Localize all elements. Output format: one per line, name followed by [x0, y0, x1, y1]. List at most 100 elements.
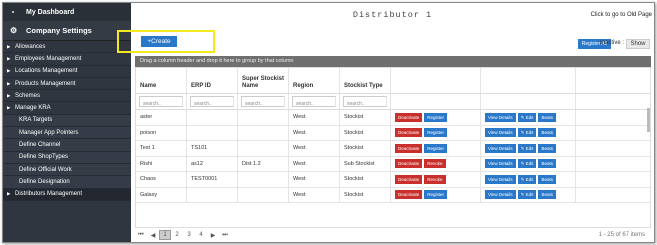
deactivate-button[interactable]: Deactivate — [395, 143, 423, 153]
first-page-icon[interactable]: ⏮ — [135, 232, 147, 239]
sidebar-item-label: Define Channel — [19, 142, 61, 149]
edit-button[interactable]: ✎ Edit — [517, 159, 537, 169]
register-button[interactable]: Register — [424, 112, 448, 122]
sidebar-item[interactable]: KRA Targets — [3, 114, 131, 128]
sidebar-item[interactable]: Define ShopTypes — [3, 151, 131, 164]
sidebar-company-settings[interactable]: ⚙ Company Settings — [3, 21, 131, 41]
filter-input[interactable]: search.. — [292, 96, 336, 107]
cell-text: Rishi — [140, 160, 153, 167]
old-page-link[interactable]: Click to go to Old Page — [591, 12, 652, 18]
filter-input[interactable]: search.. — [139, 96, 183, 107]
beats-button[interactable]: Beats — [538, 159, 556, 169]
sidebar-dashboard[interactable]: ◔ My Dashboard — [3, 3, 131, 21]
column-header[interactable]: ERP ID — [187, 68, 238, 93]
sidebar-item[interactable]: ▶ Schemes — [3, 90, 131, 103]
cell-text: Stockist — [344, 114, 364, 121]
sidebar-item-label: Schemes — [15, 92, 41, 99]
view-details-button[interactable]: View Details — [485, 174, 516, 184]
create-button[interactable]: +Create — [141, 36, 177, 47]
edit-label: Edit — [525, 145, 534, 151]
view-details-button[interactable]: View Details — [485, 143, 516, 153]
action-cell: Deactivate Revoke — [391, 172, 481, 187]
sidebar-item[interactable]: Define Channel — [3, 139, 131, 152]
prev-page-icon[interactable]: ◀ — [147, 232, 159, 239]
main-panel: Distributor 1 Click to go to Old Page +C… — [117, 3, 654, 242]
page-button[interactable]: 3 — [183, 232, 195, 238]
grid-scrollbar[interactable] — [647, 108, 650, 132]
caret-right-icon: ▶ — [7, 105, 11, 111]
deactivate-button[interactable]: Deactivate — [395, 128, 423, 138]
cell-text: Stockist — [344, 191, 364, 198]
table-cell — [187, 125, 238, 140]
deactivate-button[interactable]: Deactivate — [395, 112, 423, 122]
view-details-button[interactable]: View Details — [485, 159, 516, 169]
pager: ⏮ ◀ 1234 ▶ ⏭ 1 - 25 of 67 items — [135, 228, 651, 242]
cell-text: Test 1 — [140, 145, 155, 152]
sidebar-item-label: Define ShopTypes — [19, 154, 69, 161]
sidebar-item[interactable]: ▶ Employees Management — [3, 53, 131, 66]
view-details-button[interactable]: View Details — [485, 128, 516, 138]
caret-right-icon: ▶ — [7, 68, 11, 74]
deactivate-button[interactable]: Deactivate — [395, 174, 423, 184]
edit-button[interactable]: ✎ Edit — [517, 190, 537, 200]
action-cell-2: View Details ✎ Edit Beats — [481, 172, 576, 187]
sidebar-item[interactable]: ▶ Distributors Management — [3, 188, 131, 201]
sidebar-item[interactable]: Define Designation — [3, 176, 131, 189]
register-button[interactable]: Register — [424, 190, 448, 200]
caret-right-icon: ▶ — [7, 191, 11, 197]
register-button[interactable]: Register — [424, 143, 448, 153]
action-cell-2: View Details ✎ Edit Beats — [481, 156, 576, 171]
next-page-icon[interactable]: ▶ — [207, 232, 219, 239]
edit-button[interactable]: ✎ Edit — [517, 112, 537, 122]
sidebar-item[interactable]: Manager App Pointers — [3, 127, 131, 140]
show-button[interactable]: Show — [626, 39, 650, 49]
column-header[interactable]: Region — [289, 68, 340, 93]
sidebar-item[interactable]: ▶ Products Management — [3, 78, 131, 91]
group-by-bar[interactable]: Drag a column header and drop it here to… — [135, 56, 651, 67]
filter-input[interactable]: search.. — [343, 96, 387, 107]
last-page-icon[interactable]: ⏭ — [219, 232, 231, 239]
column-header[interactable] — [481, 68, 576, 93]
edit-button[interactable]: ✎ Edit — [517, 128, 537, 138]
edit-button[interactable]: ✎ Edit — [517, 174, 537, 184]
beats-button[interactable]: Beats — [538, 128, 556, 138]
beats-button[interactable]: Beats — [538, 112, 556, 122]
page-button[interactable]: 4 — [195, 232, 207, 238]
beats-button[interactable]: Beats — [538, 174, 556, 184]
cell-text: Chaos — [140, 176, 156, 183]
page-button[interactable]: 2 — [171, 232, 183, 238]
beats-button[interactable]: Beats — [538, 190, 556, 200]
revoke-button[interactable]: Revoke — [424, 159, 446, 169]
table-cell: West — [289, 141, 340, 156]
view-details-button[interactable]: View Details — [485, 190, 516, 200]
dashboard-icon: ◔ — [10, 7, 15, 17]
sidebar-item[interactable]: ▶ Locations Management — [3, 66, 131, 78]
column-header[interactable]: Stockist Type — [340, 68, 391, 93]
table-cell: Test 1 — [136, 141, 187, 156]
sidebar-item[interactable]: ▶ Manage KRA — [3, 102, 131, 115]
grid-header: Name ERP ID Super Stockist Name Region Stock… — [136, 68, 650, 94]
beats-button[interactable]: Beats — [538, 143, 556, 153]
sidebar-item-label: Define Designation — [19, 178, 70, 185]
page-button[interactable]: 1 — [159, 230, 171, 240]
register-button[interactable]: Register — [424, 128, 448, 138]
cell-text: as12 — [191, 160, 203, 167]
sidebar-item[interactable]: Define Official Work — [3, 163, 131, 177]
column-header[interactable] — [391, 68, 481, 93]
table-row: Test 1 TS101 West Stockist Deactivate Registe… — [136, 141, 650, 157]
table-cell: Dist 1.2 — [238, 156, 289, 171]
table-cell — [238, 172, 289, 187]
column-header[interactable]: Name — [136, 68, 187, 93]
cell-text: West — [293, 160, 306, 167]
deactivate-button[interactable]: Deactivate — [395, 159, 423, 169]
filter-input[interactable]: search.. — [241, 96, 285, 107]
table-cell: Stockist — [340, 172, 391, 187]
filter-input[interactable]: search.. — [190, 96, 234, 107]
deactivate-button[interactable]: Deactivate — [395, 190, 423, 200]
filter-cell — [481, 94, 576, 109]
edit-button[interactable]: ✎ Edit — [517, 143, 537, 153]
sidebar-item[interactable]: ▶ Allowances — [3, 41, 131, 54]
revoke-button[interactable]: Revoke — [424, 174, 446, 184]
column-header[interactable]: Super Stockist Name — [238, 68, 289, 93]
view-details-button[interactable]: View Details — [485, 112, 516, 122]
